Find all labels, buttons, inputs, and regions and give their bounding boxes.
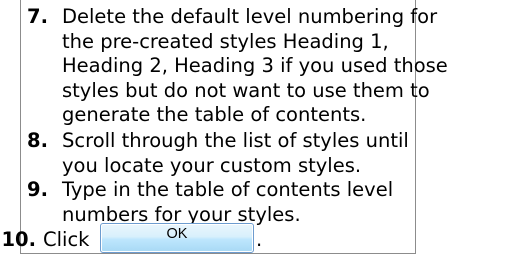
step-text: Scroll through the list of styles until … (62, 129, 409, 178)
step-text-line: generate the table of contents. (62, 103, 367, 126)
step-text-line: Scroll through the list of styles until (62, 129, 409, 152)
step-text-line: Delete the default level numbering for (62, 5, 438, 28)
step-text-line: Click (43, 228, 90, 251)
step-number: 9. (27, 178, 48, 201)
ok-button[interactable]: OK (100, 223, 254, 253)
trailing-period: . (256, 228, 263, 251)
step-text: Type in the table of contents level numb… (62, 178, 393, 227)
step-number: 10. (1, 228, 36, 251)
step-text-line: styles but do not want to use them to (62, 78, 430, 102)
step-text-line: Type in the table of contents level (62, 178, 394, 201)
step-number: 7. (27, 5, 48, 28)
step-text: Delete the default level numbering for t… (62, 5, 448, 128)
step-number: 8. (27, 129, 48, 152)
step-text-line: Heading 2, Heading 3 if you used those (62, 54, 448, 77)
step-text: Click (43, 228, 89, 253)
step-text-line: the pre-created styles Heading 1, (62, 29, 389, 53)
ok-button-label: OK (166, 226, 188, 242)
step-text-line: you locate your custom styles. (62, 153, 362, 177)
